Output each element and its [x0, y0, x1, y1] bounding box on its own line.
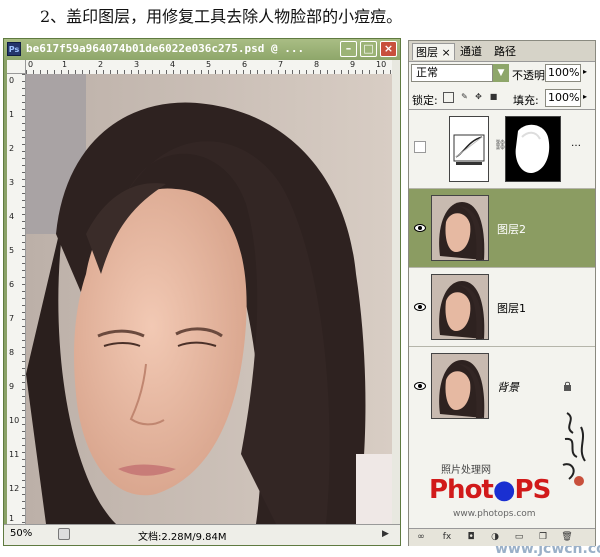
ruler-tick-label: 5: [206, 60, 212, 69]
vertical-scrollbar[interactable]: [392, 60, 400, 524]
ruler-tick-label: 7: [278, 60, 284, 69]
link-layers-icon[interactable]: ∞: [415, 532, 427, 543]
ruler-tick-label: 4: [9, 212, 15, 221]
curves-adjustment-icon: [449, 116, 489, 182]
delete-layer-icon[interactable]: 🗑: [561, 532, 573, 543]
new-group-icon[interactable]: ▭: [513, 532, 525, 543]
logo-text-part2: PS: [514, 475, 552, 505]
eye-icon[interactable]: [414, 381, 426, 391]
ruler-tick-label: 5: [9, 246, 15, 255]
lock-label: 锁定:: [412, 94, 438, 107]
zoom-level[interactable]: 50%: [10, 528, 32, 539]
eye-icon[interactable]: [414, 223, 426, 233]
panel-tabs: 图层 × 通道 路径: [409, 41, 595, 62]
ruler-tick-label: 1: [62, 60, 68, 69]
ruler-tick-label: 3: [134, 60, 140, 69]
tab-layers[interactable]: 图层 ×: [412, 43, 455, 60]
ruler-tick-label: 1: [9, 514, 15, 523]
more-icon: …: [571, 138, 581, 149]
visibility-toggle[interactable]: [414, 141, 426, 153]
photoshop-icon: Ps: [7, 42, 21, 56]
layer-thumbnail: [431, 353, 489, 419]
maximize-button[interactable]: □: [360, 41, 377, 57]
ruler-tick-label: 8: [314, 60, 320, 69]
calligraphy-signature: [562, 412, 586, 486]
ruler-tick-label: 0: [28, 60, 34, 69]
layers-panel: 图层 × 通道 路径 正常 ▼ 不透明度: 100% ▸ 锁定: ✎ ✥ ■ 填…: [408, 40, 600, 557]
add-mask-icon[interactable]: ◘: [465, 532, 477, 543]
layer-2[interactable]: 图层2: [409, 189, 595, 268]
portrait-photo: [26, 74, 392, 524]
eye-icon[interactable]: [414, 302, 426, 312]
layer-thumbnail: [431, 195, 489, 261]
lock-all-icon[interactable]: ■: [488, 92, 499, 103]
layer-mask-thumbnail[interactable]: [505, 116, 561, 182]
layer-style-icon[interactable]: fx: [441, 532, 453, 543]
ruler-tick-label: 10: [9, 416, 20, 425]
vertical-ruler[interactable]: 0 1 2 3 4 5 6 7 8 9 10 11 12 1: [7, 74, 26, 524]
watermark-url: www.photops.com: [453, 509, 536, 519]
lock-transparent-icon[interactable]: [443, 92, 454, 103]
horizontal-ruler[interactable]: 0 1 2 3 4 5 6 7 8 9 10: [26, 60, 392, 75]
layer-thumbnail: [431, 274, 489, 340]
watermark-logo: Phot●PS: [429, 475, 552, 505]
lock-row: 锁定: ✎ ✥ ■ 填充: 100% ▸: [409, 87, 595, 110]
document-window: Ps be617f59a964074b01de6022e036c275.psd …: [3, 38, 401, 546]
ruler-tick-label: 6: [9, 280, 15, 289]
lock-image-icon[interactable]: ✎: [459, 92, 470, 103]
ruler-tick-label: 2: [9, 144, 15, 153]
layer-1[interactable]: 图层1: [409, 268, 595, 347]
ruler-tick-label: 2: [98, 60, 104, 69]
lock-position-icon[interactable]: ✥: [473, 92, 484, 103]
ruler-tick-label: 0: [9, 76, 15, 85]
ruler-tick-label: 12: [9, 484, 20, 493]
minimize-button[interactable]: –: [340, 41, 357, 57]
ruler-tick-label: 4: [170, 60, 176, 69]
adjustment-layer-icon[interactable]: ◑: [489, 532, 501, 543]
tutorial-heading: 2、盖印图层，用修复工具去除人物脸部的小痘痘。: [40, 7, 403, 26]
status-bar: 50% 文档:2.28M/9.84M ▶: [4, 524, 400, 545]
panel-bottom-bar: ∞ fx ◘ ◑ ▭ ❐ 🗑: [409, 528, 595, 546]
scroll-right-icon[interactable]: ▶: [382, 529, 389, 539]
ruler-tick-label: 10: [376, 60, 387, 69]
status-menu-icon[interactable]: [58, 528, 70, 540]
ruler-tick-label: 7: [9, 314, 15, 323]
layer-name[interactable]: 图层2: [497, 221, 526, 237]
document-title-bar[interactable]: Ps be617f59a964074b01de6022e036c275.psd …: [4, 39, 400, 60]
chevron-down-icon[interactable]: ▼: [493, 64, 509, 82]
fill-slider-icon[interactable]: ▸: [583, 92, 587, 101]
blend-row: 正常 ▼ 不透明度: 100% ▸: [409, 62, 595, 86]
tab-paths[interactable]: 路径: [491, 43, 519, 60]
logo-text-part1: Phot: [429, 475, 494, 505]
watermark-caption: 照片处理网: [441, 465, 491, 476]
ruler-tick-label: 1: [9, 110, 15, 119]
layer-name[interactable]: 图层1: [497, 300, 526, 316]
blend-mode-select[interactable]: 正常: [411, 64, 493, 82]
ruler-tick-label: 11: [9, 450, 20, 459]
lock-icon: [564, 381, 571, 391]
new-layer-icon[interactable]: ❐: [537, 532, 549, 543]
ruler-tick-label: 9: [350, 60, 356, 69]
ruler-corner[interactable]: [7, 60, 26, 74]
close-button[interactable]: ×: [380, 41, 397, 57]
fill-label: 填充:: [513, 94, 539, 107]
image-canvas[interactable]: [26, 74, 392, 524]
ruler-tick-label: 8: [9, 348, 15, 357]
fill-input[interactable]: 100%: [545, 89, 581, 107]
document-title: be617f59a964074b01de6022e036c275.psd @ .…: [26, 42, 305, 55]
opacity-slider-icon[interactable]: ▸: [583, 67, 587, 76]
ruler-tick-label: 3: [9, 178, 15, 187]
ruler-tick-label: 9: [9, 382, 15, 391]
document-size[interactable]: 文档:2.28M/9.84M: [138, 528, 227, 543]
opacity-input[interactable]: 100%: [545, 64, 581, 82]
layer-name[interactable]: 背景: [497, 379, 519, 395]
tab-channels[interactable]: 通道: [457, 43, 485, 60]
layer-curves-adjustment[interactable]: ⛓ …: [409, 110, 595, 189]
ruler-tick-label: 6: [242, 60, 248, 69]
logo-o-icon: ●: [492, 475, 516, 505]
